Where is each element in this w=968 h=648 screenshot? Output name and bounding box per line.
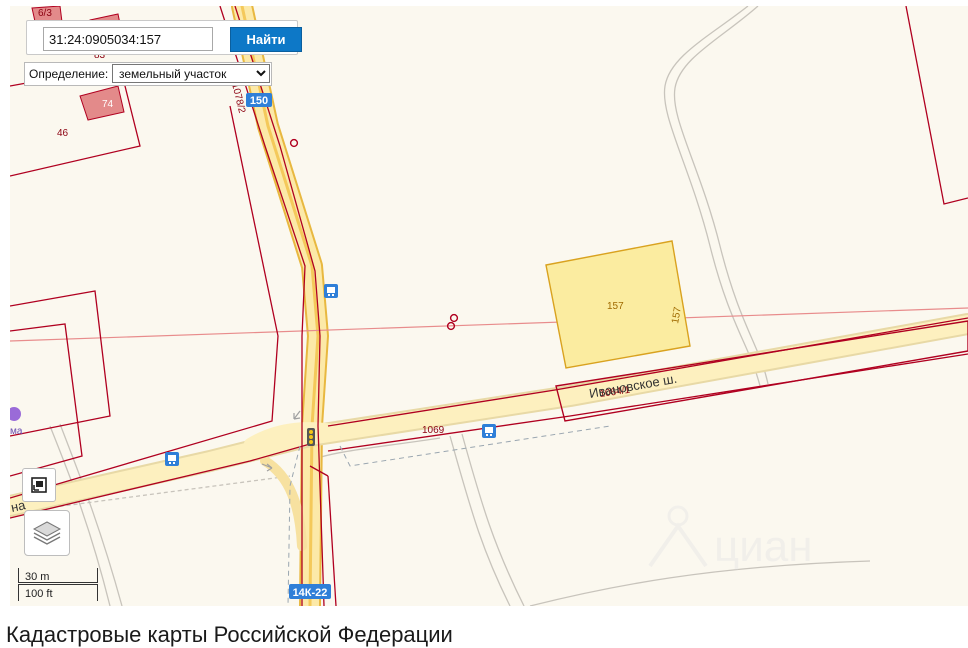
bus-stop-icon[interactable] xyxy=(482,424,496,438)
route-badge-text: 14К-22 xyxy=(293,587,328,599)
cadastral-number-input[interactable] xyxy=(43,27,213,51)
definition-select[interactable]: земельный участок xyxy=(112,64,270,83)
layers-button[interactable] xyxy=(24,510,70,556)
parcel-borders xyxy=(10,6,968,606)
cian-watermark: циан xyxy=(648,505,813,571)
faint-parcel-lines xyxy=(24,6,871,606)
fullscreen-button[interactable] xyxy=(22,468,56,502)
page-footer-strip: Кадастровые карты Российской Федерации xyxy=(0,606,968,647)
definition-panel: Определение: земельный участок xyxy=(24,62,272,86)
bus-stop-icon[interactable] xyxy=(324,284,338,298)
marker-circle[interactable] xyxy=(289,138,299,148)
find-button[interactable]: Найти xyxy=(230,27,302,52)
traffic-light-icon xyxy=(307,428,315,446)
scale-metric-label: 30 m xyxy=(25,571,50,583)
page-heading: Кадастровые карты Российской Федерации xyxy=(6,622,453,647)
fullscreen-icon xyxy=(31,477,47,493)
parcel-label-selected: 157 xyxy=(607,301,624,312)
parcel-label-vertical-road: 1078/2 xyxy=(229,82,247,115)
parcel-label-top: 6/3 xyxy=(38,8,52,19)
parcel-label-46: 46 xyxy=(57,128,69,139)
watermark-text: циан xyxy=(714,522,813,571)
definition-label: Определение: xyxy=(29,67,109,81)
route-badge-14k22: 14К-22 xyxy=(289,584,331,599)
search-panel: Найти xyxy=(26,20,302,55)
layers-icon xyxy=(32,521,62,545)
poi-label: ма xyxy=(10,426,23,437)
route-badge-text: 150 xyxy=(250,95,268,107)
route-badge-150: 150 xyxy=(246,93,272,107)
scale-imperial-label: 100 ft xyxy=(25,588,53,600)
cadastral-map[interactable]: 150 14К-22 157 157 1064/1 1069 83 74 46 … xyxy=(10,6,968,607)
roads xyxy=(10,6,968,606)
marker-circle[interactable] xyxy=(449,313,459,323)
scale-bar: 30 m 100 ft xyxy=(18,568,98,602)
parcel-label-road: 1069 xyxy=(422,425,445,436)
bus-stop-icon[interactable] xyxy=(165,452,179,466)
parcel-label-74: 74 xyxy=(102,99,114,110)
poi-icon[interactable] xyxy=(10,407,21,421)
survey-line xyxy=(10,307,968,342)
